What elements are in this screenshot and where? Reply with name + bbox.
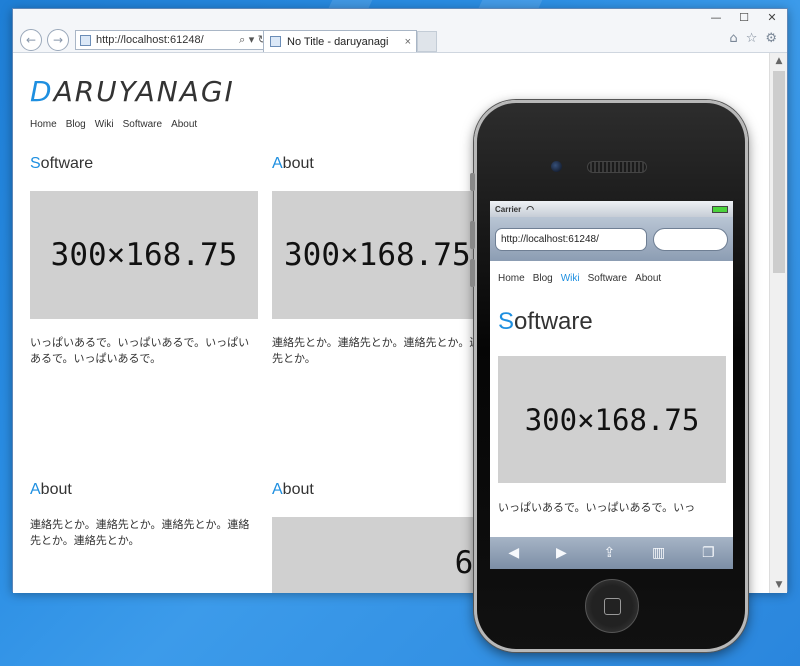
site-nav: Home Blog Wiki Software About [30, 119, 197, 130]
card-software: Software 300×168.75 いっぱいあるで。いっぱいあるで。いっぱい… [30, 155, 258, 367]
mobile-share-icon[interactable]: ⇪ [604, 545, 616, 561]
mobile-card-text: いっぱいあるで。いっぱいあるで。いっ [498, 501, 696, 514]
card-title-first: S [30, 155, 41, 172]
browser-toolbar-icons: ⌂ ☆ ⚙ [729, 31, 777, 46]
volume-down-button[interactable] [470, 259, 475, 287]
nav-software[interactable]: Software [123, 119, 162, 130]
site-logo[interactable]: DARUYANAGI [30, 75, 235, 108]
status-bar: Carrier ◠ [490, 201, 733, 217]
new-tab-button[interactable] [417, 31, 437, 52]
card-title[interactable]: About [272, 155, 500, 173]
mobile-title-rest: oftware [514, 308, 593, 335]
card-title-rest: bout [282, 155, 314, 172]
favorites-star-icon[interactable]: ☆ [746, 31, 758, 46]
mobile-nav-home[interactable]: Home [498, 273, 525, 284]
image-placeholder: 300×168.75 [30, 191, 258, 319]
mobile-toolbar: ◀ ▶ ⇪ ▥ ❐ [490, 537, 733, 569]
card-text: 連絡先とか。連絡先とか。連絡先とか。連絡先とか。 [272, 336, 492, 365]
gear-icon[interactable]: ⚙ [765, 31, 777, 46]
mobile-nav-software[interactable]: Software [588, 273, 627, 284]
mute-switch[interactable] [470, 173, 475, 191]
mobile-title-first: S [498, 308, 515, 335]
tab-title: No Title - daruyanagi [287, 35, 389, 48]
card-about: About 300×168.75 連絡先とか。連絡先とか。連絡先とか。連絡先とか… [272, 155, 500, 367]
mobile-tabs-icon[interactable]: ❐ [702, 545, 715, 561]
mobile-nav-wiki[interactable]: Wiki [561, 273, 580, 284]
card-title-rest: bout [40, 481, 72, 498]
logo-first-letter: D [30, 75, 54, 108]
nav-home[interactable]: Home [30, 119, 57, 130]
close-window-button[interactable]: ✕ [765, 11, 779, 24]
vertical-scrollbar[interactable]: ▲ ▼ [769, 53, 787, 593]
card-about-2: About 連絡先とか。連絡先とか。連絡先とか。連絡先とか。連絡先とか。 [30, 481, 258, 549]
image-placeholder: 300×168.75 [272, 191, 500, 319]
tab-active[interactable]: No Title - daruyanagi × [263, 30, 417, 52]
carrier-label: Carrier [495, 204, 522, 214]
logo-rest: ARUYANAGI [53, 75, 235, 108]
card-title-first: A [30, 481, 41, 498]
mobile-back-icon[interactable]: ◀ [508, 545, 519, 561]
mobile-section-title[interactable]: Software [498, 308, 733, 336]
mobile-bookmarks-icon[interactable]: ▥ [652, 545, 665, 561]
nav-wiki[interactable]: Wiki [95, 119, 114, 130]
card-title[interactable]: Software [30, 155, 258, 173]
wifi-icon: ◠ [526, 203, 535, 214]
minimize-button[interactable]: — [709, 11, 723, 24]
page-favicon-icon [80, 34, 91, 46]
card-text: いっぱいあるで。いっぱいあるで。いっぱいあるで。いっぱいあるで。 [30, 336, 250, 365]
browser-chrome: — ☐ ✕ ← → http://localhost:61248/ ⌕ ▾ ↻ … [13, 9, 787, 53]
phone-screen: Carrier ◠ http://localhost:61248/ Home B… [490, 201, 733, 569]
front-camera-icon [551, 161, 562, 172]
card-text: 連絡先とか。連絡先とか。連絡先とか。連絡先とか。連絡先とか。 [30, 518, 250, 547]
mobile-forward-icon[interactable]: ▶ [556, 545, 567, 561]
mobile-site-nav: Home Blog Wiki Software About [490, 261, 733, 284]
image-placeholder: 64 [272, 517, 500, 593]
scroll-thumb[interactable] [773, 71, 785, 273]
mobile-address-field[interactable]: http://localhost:61248/ [495, 227, 647, 251]
forward-button[interactable]: → [47, 29, 69, 51]
card-title[interactable]: About [30, 481, 258, 499]
address-bar[interactable]: http://localhost:61248/ ⌕ ▾ ↻ [75, 30, 273, 50]
mobile-nav-about[interactable]: About [635, 273, 661, 284]
scroll-down-icon[interactable]: ▼ [770, 577, 788, 593]
battery-icon [712, 205, 728, 213]
back-button[interactable]: ← [20, 29, 42, 51]
scroll-up-icon[interactable]: ▲ [770, 53, 788, 69]
window-controls: — ☐ ✕ [709, 11, 779, 24]
address-url[interactable]: http://localhost:61248/ [96, 34, 239, 46]
volume-up-button[interactable] [470, 221, 475, 249]
card-title-first: A [272, 481, 283, 498]
card-title[interactable]: About [272, 481, 500, 499]
mobile-nav-blog[interactable]: Blog [533, 273, 553, 284]
home-button[interactable] [585, 579, 639, 633]
home-square-icon [604, 598, 621, 615]
iphone-simulator: Carrier ◠ http://localhost:61248/ Home B… [470, 100, 748, 652]
card-title-rest: bout [282, 481, 314, 498]
maximize-button[interactable]: ☐ [737, 11, 751, 24]
back-arrow-icon: ← [25, 33, 37, 47]
card-about-3: About 64 [272, 481, 500, 593]
forward-arrow-icon: → [52, 33, 64, 47]
card-title-first: A [272, 155, 283, 172]
card-title-rest: oftware [40, 155, 94, 172]
mobile-url-bar: http://localhost:61248/ [490, 217, 733, 261]
tab-close-icon[interactable]: × [405, 36, 411, 48]
nav-blog[interactable]: Blog [66, 119, 86, 130]
home-icon[interactable]: ⌂ [729, 31, 737, 46]
nav-about[interactable]: About [171, 119, 197, 130]
mobile-image-placeholder: 300×168.75 [498, 356, 726, 483]
earpiece-speaker [587, 161, 647, 173]
tab-favicon-icon [270, 36, 281, 47]
mobile-search-field[interactable] [653, 227, 728, 251]
